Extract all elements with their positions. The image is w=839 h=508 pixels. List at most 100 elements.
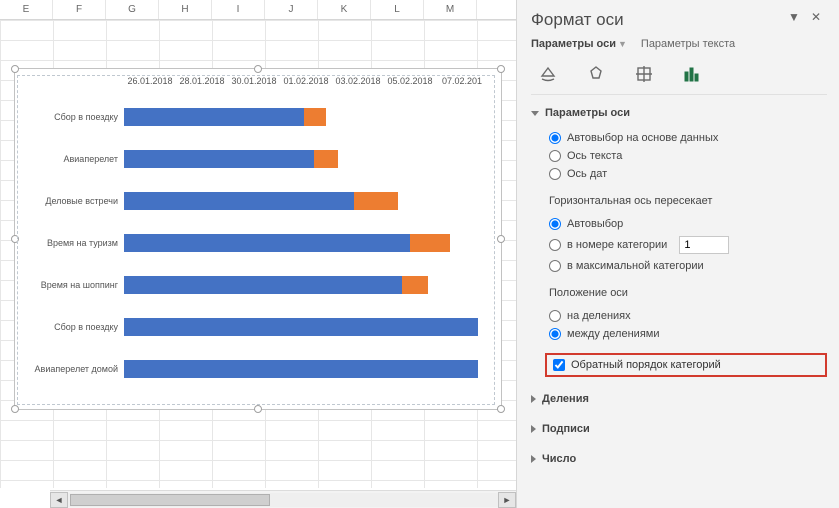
category-axis-label[interactable]: Время на шоппинг — [22, 280, 124, 290]
section-toggle[interactable]: Параметры оси — [531, 101, 827, 125]
pane-close-button[interactable]: ✕ — [805, 10, 827, 30]
axis-options-icon[interactable] — [679, 62, 705, 86]
radio-crosses-max[interactable]: в максимальной категории — [549, 257, 827, 275]
category-axis-label[interactable]: Авиаперелет домой — [22, 364, 124, 374]
col-header[interactable]: G — [106, 0, 159, 19]
bar-segment-series1[interactable] — [124, 150, 314, 168]
bar-row[interactable]: Деловые встречи — [22, 180, 494, 222]
section-ticks: Деления — [531, 387, 827, 411]
axis-type-group: Автовыбор на основе данных Ось текста Ос… — [531, 125, 827, 189]
bar-row[interactable]: Авиаперелет домой — [22, 348, 494, 390]
bar-row[interactable]: Время на шоппинг — [22, 264, 494, 306]
x-axis[interactable]: 26.01.2018 28.01.2018 30.01.2018 01.02.2… — [18, 76, 494, 96]
bar-row[interactable]: Сбор в поездку — [22, 96, 494, 138]
x-tick-label: 05.02.2018 — [384, 76, 436, 96]
category-number-input[interactable] — [679, 236, 729, 254]
resize-handle[interactable] — [254, 405, 262, 413]
scroll-thumb[interactable] — [70, 494, 270, 506]
radio-input[interactable] — [549, 168, 561, 180]
chevron-right-icon — [531, 425, 536, 433]
x-tick-label: 07.02.201 — [436, 76, 488, 96]
radio-input[interactable] — [549, 328, 561, 340]
col-header[interactable]: M — [424, 0, 477, 19]
bar-segment-series1[interactable] — [124, 360, 478, 378]
crosses-group: Автовыбор в номере категории в максималь… — [531, 211, 827, 281]
resize-handle[interactable] — [497, 65, 505, 73]
resize-handle[interactable] — [497, 405, 505, 413]
radio-input[interactable] — [549, 239, 561, 251]
col-header[interactable]: E — [0, 0, 53, 19]
radio-axis-date[interactable]: Ось дат — [549, 165, 827, 183]
bar-segment-series1[interactable] — [124, 234, 410, 252]
category-axis-label[interactable]: Сбор в поездку — [22, 322, 124, 332]
radio-input[interactable] — [549, 132, 561, 144]
category-axis-label[interactable]: Время на туризм — [22, 238, 124, 248]
radio-position-on-ticks[interactable]: на делениях — [549, 307, 827, 325]
section-toggle[interactable]: Деления — [531, 387, 827, 411]
resize-handle[interactable] — [11, 405, 19, 413]
scroll-right-button[interactable]: ► — [498, 492, 516, 508]
section-toggle[interactable]: Подписи — [531, 417, 827, 441]
resize-handle[interactable] — [497, 235, 505, 243]
bar-track — [124, 318, 494, 336]
col-header[interactable]: F — [53, 0, 106, 19]
worksheet-area[interactable]: E F G H I J K L M 26.01.2018 28.01.2018 … — [0, 0, 517, 508]
tab-axis-options[interactable]: Параметры оси▼ — [531, 38, 627, 50]
pane-header: Формат оси ▼ ✕ — [531, 0, 827, 34]
scroll-track[interactable] — [68, 493, 498, 507]
scroll-left-button[interactable]: ◄ — [50, 492, 68, 508]
crosses-heading: Горизонтальная ось пересекает — [531, 189, 827, 211]
resize-handle[interactable] — [254, 65, 262, 73]
radio-input[interactable] — [549, 150, 561, 162]
checkbox-input[interactable] — [553, 359, 565, 371]
bar-row[interactable]: Сбор в поездку — [22, 306, 494, 348]
tab-text-options[interactable]: Параметры текста — [641, 38, 735, 50]
bar-track — [124, 276, 494, 294]
resize-handle[interactable] — [11, 65, 19, 73]
category-axis-label[interactable]: Авиаперелет — [22, 154, 124, 164]
radio-axis-text[interactable]: Ось текста — [549, 147, 827, 165]
bar-row[interactable]: Время на туризм — [22, 222, 494, 264]
bar-segment-series1[interactable] — [124, 318, 478, 336]
bar-segment-series2[interactable] — [304, 108, 326, 126]
chart-object[interactable]: 26.01.2018 28.01.2018 30.01.2018 01.02.2… — [14, 68, 502, 410]
x-tick-label: 28.01.2018 — [176, 76, 228, 96]
category-axis-label[interactable]: Сбор в поездку — [22, 112, 124, 122]
bars-zone: Сбор в поездку Авиаперелет Деловые встречи… — [18, 96, 494, 390]
bar-segment-series1[interactable] — [124, 276, 402, 294]
axis-position-heading: Положение оси — [531, 281, 827, 303]
bar-segment-series2[interactable] — [354, 192, 398, 210]
bar-segment-series2[interactable] — [410, 234, 450, 252]
section-title: Число — [542, 453, 576, 465]
bar-segment-series2[interactable] — [314, 150, 338, 168]
checkbox-reverse-order[interactable]: Обратный порядок категорий — [553, 359, 821, 371]
col-header[interactable]: L — [371, 0, 424, 19]
col-header[interactable]: K — [318, 0, 371, 19]
radio-crosses-category[interactable]: в номере категории — [549, 233, 827, 257]
pane-icon-tabs — [531, 58, 827, 95]
horizontal-scrollbar[interactable]: ◄ ► — [50, 490, 516, 508]
section-toggle[interactable]: Число — [531, 447, 827, 471]
size-properties-icon[interactable] — [631, 62, 657, 86]
bar-segment-series1[interactable] — [124, 192, 354, 210]
pane-menu-button[interactable]: ▼ — [783, 10, 805, 30]
radio-input[interactable] — [549, 218, 561, 230]
plot-area[interactable]: 26.01.2018 28.01.2018 30.01.2018 01.02.2… — [17, 75, 495, 405]
bar-segment-series1[interactable] — [124, 108, 304, 126]
bar-segment-series2[interactable] — [402, 276, 428, 294]
col-header[interactable]: I — [212, 0, 265, 19]
fill-line-icon[interactable] — [535, 62, 561, 86]
radio-input[interactable] — [549, 260, 561, 272]
bar-row[interactable]: Авиаперелет — [22, 138, 494, 180]
section-axis-options: Параметры оси Автовыбор на основе данных… — [531, 101, 827, 381]
chevron-right-icon — [531, 395, 536, 403]
effects-icon[interactable] — [583, 62, 609, 86]
radio-input[interactable] — [549, 310, 561, 322]
category-axis-label[interactable]: Деловые встречи — [22, 196, 124, 206]
radio-axis-auto[interactable]: Автовыбор на основе данных — [549, 129, 827, 147]
col-header[interactable]: H — [159, 0, 212, 19]
section-title: Деления — [542, 393, 589, 405]
radio-position-between-ticks[interactable]: между делениями — [549, 325, 827, 343]
col-header[interactable]: J — [265, 0, 318, 19]
radio-crosses-auto[interactable]: Автовыбор — [549, 215, 827, 233]
